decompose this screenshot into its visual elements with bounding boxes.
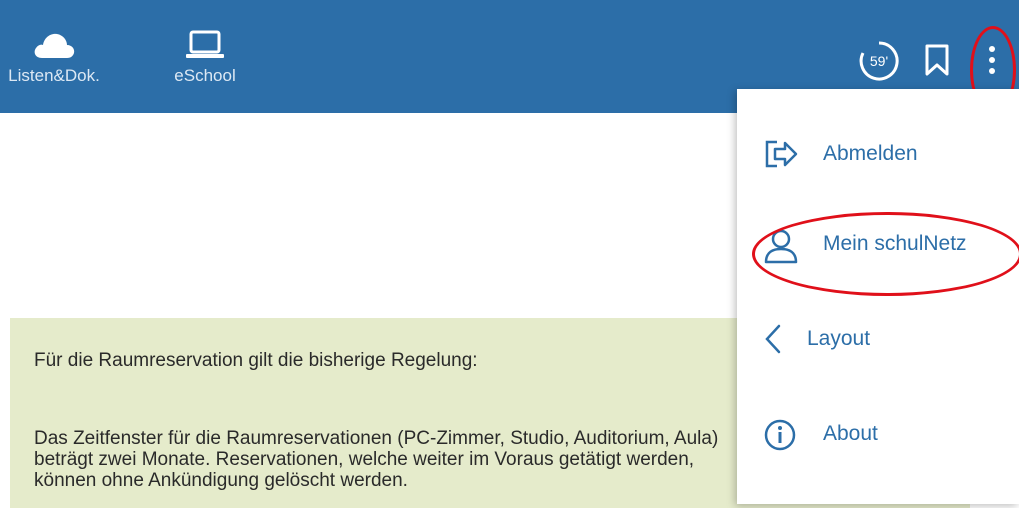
nav-label: Listen&Dok. bbox=[8, 66, 100, 85]
menu-item-label: Layout bbox=[807, 327, 871, 350]
menu-item-mein-schulnetz[interactable]: Mein schulNetz bbox=[737, 214, 1019, 274]
bookmark-icon bbox=[925, 44, 949, 76]
info-icon bbox=[764, 419, 796, 451]
notice-heading: Für die Raumreservation gilt die bisheri… bbox=[34, 350, 478, 371]
cloud-icon bbox=[34, 33, 75, 58]
kebab-menu-icon bbox=[989, 46, 995, 79]
menu-item-about[interactable]: About bbox=[737, 404, 1019, 464]
menu-item-label: Mein schulNetz bbox=[823, 232, 967, 255]
menu-item-label: About bbox=[823, 422, 878, 445]
session-timer[interactable]: 59' bbox=[858, 40, 900, 82]
nav-item-listen-dok[interactable]: Listen&Dok. bbox=[0, 30, 114, 86]
timer-value: 59' bbox=[869, 53, 889, 69]
menu-item-layout[interactable]: Layout bbox=[737, 309, 1019, 369]
nav-label: eSchool bbox=[174, 66, 236, 85]
chevron-left-icon bbox=[765, 324, 781, 354]
bookmark-button[interactable] bbox=[924, 43, 950, 82]
notice-body: Das Zeitfenster für die Raumreservatione… bbox=[34, 428, 719, 491]
dropdown-menu: Abmelden Mein schulNetz Layout About bbox=[737, 89, 1019, 504]
logout-icon bbox=[765, 140, 798, 168]
nav-item-eschool[interactable]: eSchool bbox=[155, 30, 255, 86]
menu-item-abmelden[interactable]: Abmelden bbox=[737, 124, 1019, 184]
menu-item-label: Abmelden bbox=[823, 142, 918, 165]
laptop-icon bbox=[186, 30, 224, 58]
user-icon bbox=[764, 229, 798, 264]
